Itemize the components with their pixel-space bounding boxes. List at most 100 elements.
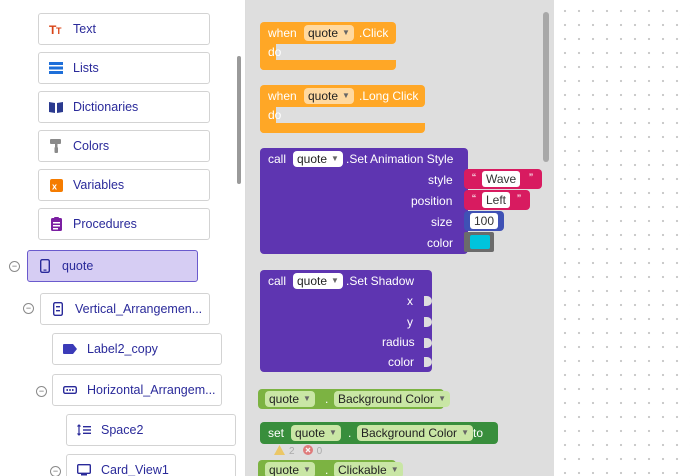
tree-item-quote[interactable]: quote	[27, 250, 198, 282]
tree-item-variables[interactable]: x Variables	[38, 169, 210, 201]
dropdown-caret-icon: ▼	[303, 465, 311, 474]
param-color-label: color	[427, 236, 454, 250]
event-block-long-click[interactable]: when quote ▼ .Long Click do	[260, 85, 425, 133]
blocks-tree-panel: TT Text Lists Dictionaries Colors x Vari…	[0, 0, 246, 476]
tree-item-procedures[interactable]: Procedures	[38, 208, 210, 240]
label-icon	[63, 342, 77, 356]
phone-icon	[38, 259, 52, 273]
tree-item-vertical-arrangement[interactable]: Vertical_Arrangemen...	[40, 293, 210, 325]
color-swatch[interactable]	[470, 235, 490, 249]
svg-text:T: T	[56, 26, 62, 35]
error-icon	[302, 444, 313, 458]
text-literal-block-left[interactable]: “ Left ”	[464, 190, 530, 210]
card-view-icon	[77, 463, 91, 476]
text-icon: TT	[49, 22, 63, 36]
param-x-label: x	[407, 294, 413, 308]
component-dropdown[interactable]: quote ▼	[304, 88, 354, 104]
text-literal-block-wave[interactable]: “ Wave ”	[464, 169, 542, 189]
set-keyword: set	[268, 426, 285, 440]
setter-block-background-color[interactable]: set quote ▼ . Background Color ▼ to	[260, 422, 498, 444]
horizontal-arrangement-icon	[63, 383, 77, 397]
component-dropdown[interactable]: quote ▼	[265, 391, 315, 407]
tree-item-label2-copy[interactable]: Label2_copy	[52, 333, 222, 365]
tree-item-lists[interactable]: Lists	[38, 52, 210, 84]
warning-icon	[274, 444, 285, 458]
do-keyword: do	[268, 108, 282, 122]
error-count: 0	[316, 445, 323, 457]
dictionaries-icon	[49, 100, 63, 114]
tree-item-text[interactable]: TT Text	[38, 13, 210, 45]
component-dropdown[interactable]: quote ▼	[291, 425, 341, 441]
flyout-scrollbar[interactable]	[543, 12, 549, 162]
collapse-toggle-icon[interactable]: −	[50, 466, 61, 476]
collapse-toggle-icon[interactable]: −	[23, 303, 34, 314]
do-keyword: do	[268, 45, 282, 59]
text-field-style[interactable]: Wave	[482, 171, 521, 187]
property-dropdown[interactable]: Background Color ▼	[357, 425, 473, 441]
tree-item-card-view1[interactable]: Card_View1	[66, 454, 236, 476]
dropdown-caret-icon: ▼	[331, 276, 339, 285]
tree-item-dictionaries[interactable]: Dictionaries	[38, 91, 210, 123]
dot-separator: .	[348, 426, 352, 440]
method-block-set-animation-style[interactable]: call quote ▼ .Set Animation Style style p…	[260, 148, 542, 254]
param-position-label: position	[411, 194, 453, 208]
vertical-arrangement-icon	[51, 302, 65, 316]
getter-block-clickable[interactable]: quote ▼ . Clickable ▼	[258, 460, 403, 476]
method-name: .Set Animation Style	[346, 152, 454, 166]
method-block-set-shadow[interactable]: call quote ▼ .Set Shadow x y radius color	[260, 270, 432, 372]
space-icon	[77, 423, 91, 437]
tree-item-horizontal-arrangement[interactable]: Horizontal_Arrangem...	[52, 374, 222, 406]
event-block-click[interactable]: when quote ▼ .Click do	[260, 22, 396, 70]
dropdown-caret-icon: ▼	[390, 465, 399, 474]
tree-item-label: quote	[62, 259, 94, 273]
number-block-size[interactable]: 100	[464, 211, 504, 231]
tree-scrollbar[interactable]	[237, 56, 241, 184]
method-name: .Set Shadow	[346, 274, 415, 288]
tree-item-label: Horizontal_Arrangem...	[87, 383, 216, 397]
tree-item-label: Lists	[73, 61, 99, 75]
call-keyword: call	[268, 152, 287, 166]
param-y-label: y	[407, 315, 413, 329]
procedures-icon	[49, 217, 63, 231]
collapse-toggle-icon[interactable]: −	[9, 261, 20, 272]
dropdown-caret-icon: ▼	[438, 394, 446, 403]
dropdown-caret-icon: ▼	[303, 394, 311, 403]
tree-item-label: Text	[73, 22, 96, 36]
param-style-label: style	[428, 173, 453, 187]
warnings-indicator[interactable]: 2 0	[274, 444, 323, 458]
dropdown-caret-icon: ▼	[461, 428, 469, 437]
when-keyword: when	[268, 89, 297, 103]
quote-open-mark: “	[472, 192, 476, 206]
blocks-workspace[interactable]: when quote ▼ .Click do when quote ▼ .Long …	[246, 0, 690, 476]
svg-text:x: x	[52, 181, 57, 191]
component-dropdown[interactable]: quote ▼	[304, 25, 354, 41]
warning-count: 2	[289, 445, 295, 457]
quote-open-mark: “	[472, 171, 476, 185]
component-dropdown[interactable]: quote ▼	[293, 273, 343, 289]
text-field-position[interactable]: Left	[482, 192, 511, 208]
property-dropdown[interactable]: Background Color ▼	[334, 391, 450, 407]
number-field-size[interactable]: 100	[470, 213, 499, 229]
colors-icon	[49, 139, 63, 153]
tree-item-space2[interactable]: Space2	[66, 414, 236, 446]
dropdown-caret-icon: ▼	[331, 154, 339, 163]
call-keyword: call	[268, 274, 287, 288]
collapse-toggle-icon[interactable]: −	[36, 386, 47, 397]
tree-item-label: Dictionaries	[73, 100, 139, 114]
component-dropdown[interactable]: quote ▼	[265, 462, 315, 476]
to-keyword: to	[473, 426, 484, 440]
property-dropdown[interactable]: Clickable ▼	[334, 462, 403, 476]
tree-item-label: Vertical_Arrangemen...	[75, 302, 203, 316]
tree-item-label: Variables	[73, 178, 125, 192]
quote-close-mark: ”	[517, 192, 521, 206]
event-name: .Click	[359, 26, 389, 40]
component-dropdown[interactable]: quote ▼	[293, 151, 343, 167]
color-block[interactable]	[464, 232, 494, 252]
tree-item-colors[interactable]: Colors	[38, 130, 210, 162]
tree-item-label: Colors	[73, 139, 110, 153]
dot-separator: .	[325, 392, 329, 406]
tree-item-label: Space2	[101, 423, 144, 437]
blocks-flyout: when quote ▼ .Click do when quote ▼ .Long …	[246, 0, 554, 476]
tree-item-label: Card_View1	[101, 463, 169, 476]
getter-block-background-color[interactable]: quote ▼ . Background Color ▼	[258, 389, 450, 409]
